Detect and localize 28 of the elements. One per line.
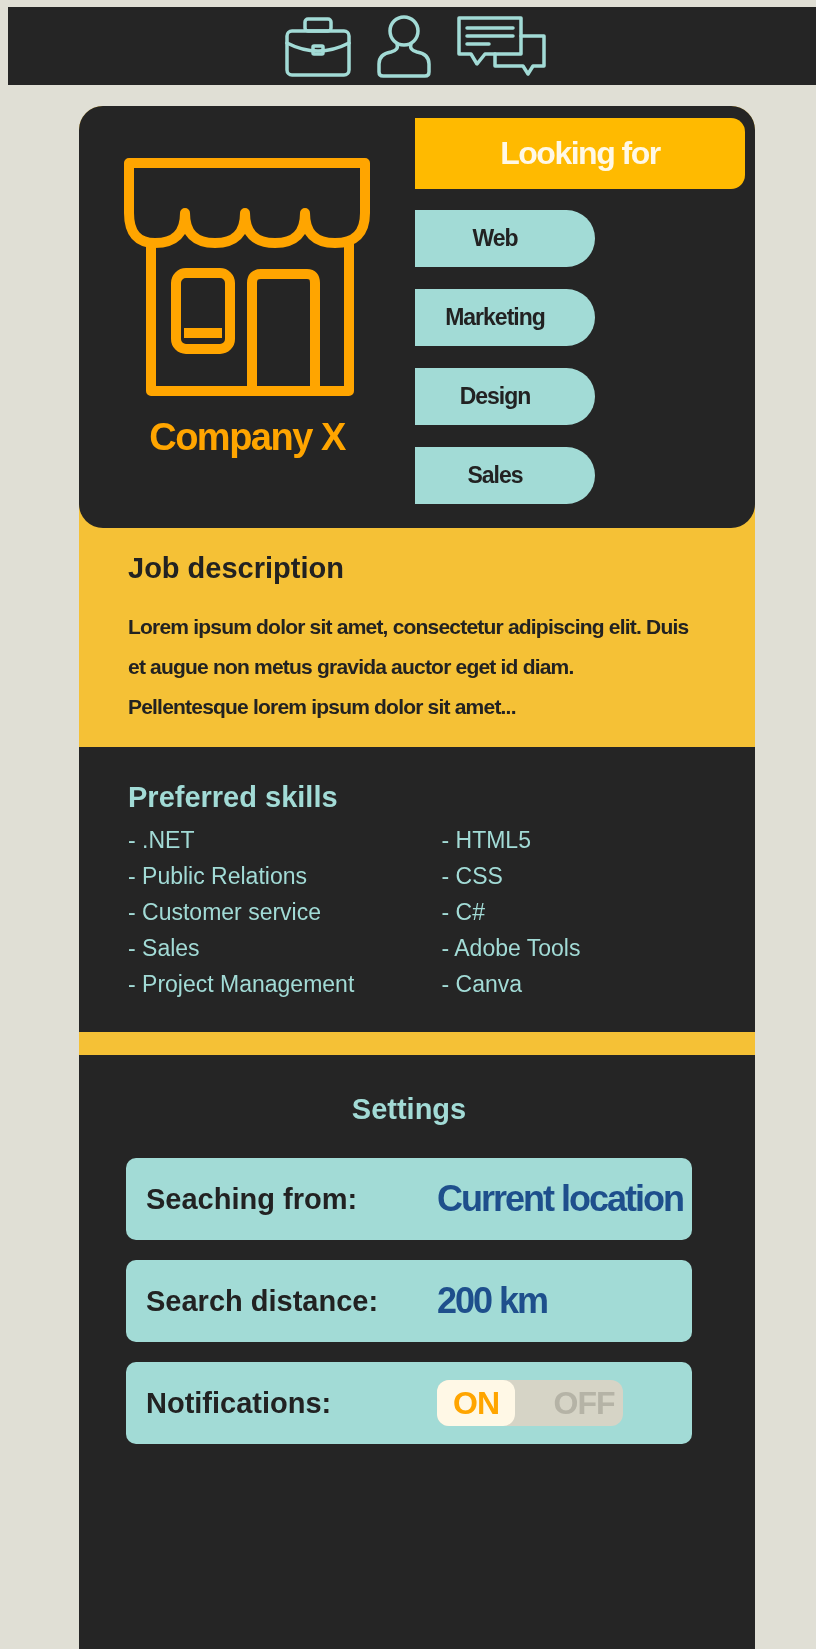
skill-item: - Project Management — [128, 970, 356, 999]
skill-item: - Canva — [441, 970, 524, 999]
category-tag[interactable]: Design — [415, 368, 595, 425]
skill-item: - Adobe Tools — [441, 934, 582, 963]
category-tag[interactable]: Sales — [415, 447, 595, 504]
skill-item: - CSS — [441, 862, 504, 891]
skill-item: - HTML5 — [441, 826, 532, 855]
skill-item: - C# — [441, 898, 486, 927]
user-icon[interactable] — [377, 14, 431, 78]
section-heading: Settings — [350, 1093, 468, 1126]
skill-item: - Customer service — [128, 898, 322, 927]
briefcase-icon[interactable] — [285, 15, 351, 77]
setting-value[interactable]: 200 km — [437, 1280, 548, 1322]
looking-for-banner: Looking for — [415, 118, 745, 189]
skill-item: - Public Relations — [128, 862, 308, 891]
job-description-text: Lorem ipsum dolor sit amet, consectetur adipiscing elit. Duis et augue non metus gravida auctor eget id diam. Pellentesque lorem ipsum dolor sit amet... — [128, 614, 690, 720]
chat-icon[interactable] — [457, 16, 547, 76]
category-tag[interactable]: Web — [415, 210, 595, 267]
section-heading: Job description — [128, 552, 345, 585]
setting-label: Search distance: — [146, 1284, 380, 1318]
section-heading: Preferred skills — [128, 781, 339, 814]
category-tag[interactable]: Marketing — [415, 289, 595, 346]
setting-label: Notifications: — [146, 1386, 333, 1420]
company-name: Company X — [149, 416, 345, 459]
skill-item: - .NET — [128, 826, 196, 855]
setting-value[interactable]: Current location — [437, 1178, 683, 1220]
setting-label: Seaching from: — [146, 1182, 359, 1216]
skill-item: - Sales — [128, 934, 201, 963]
